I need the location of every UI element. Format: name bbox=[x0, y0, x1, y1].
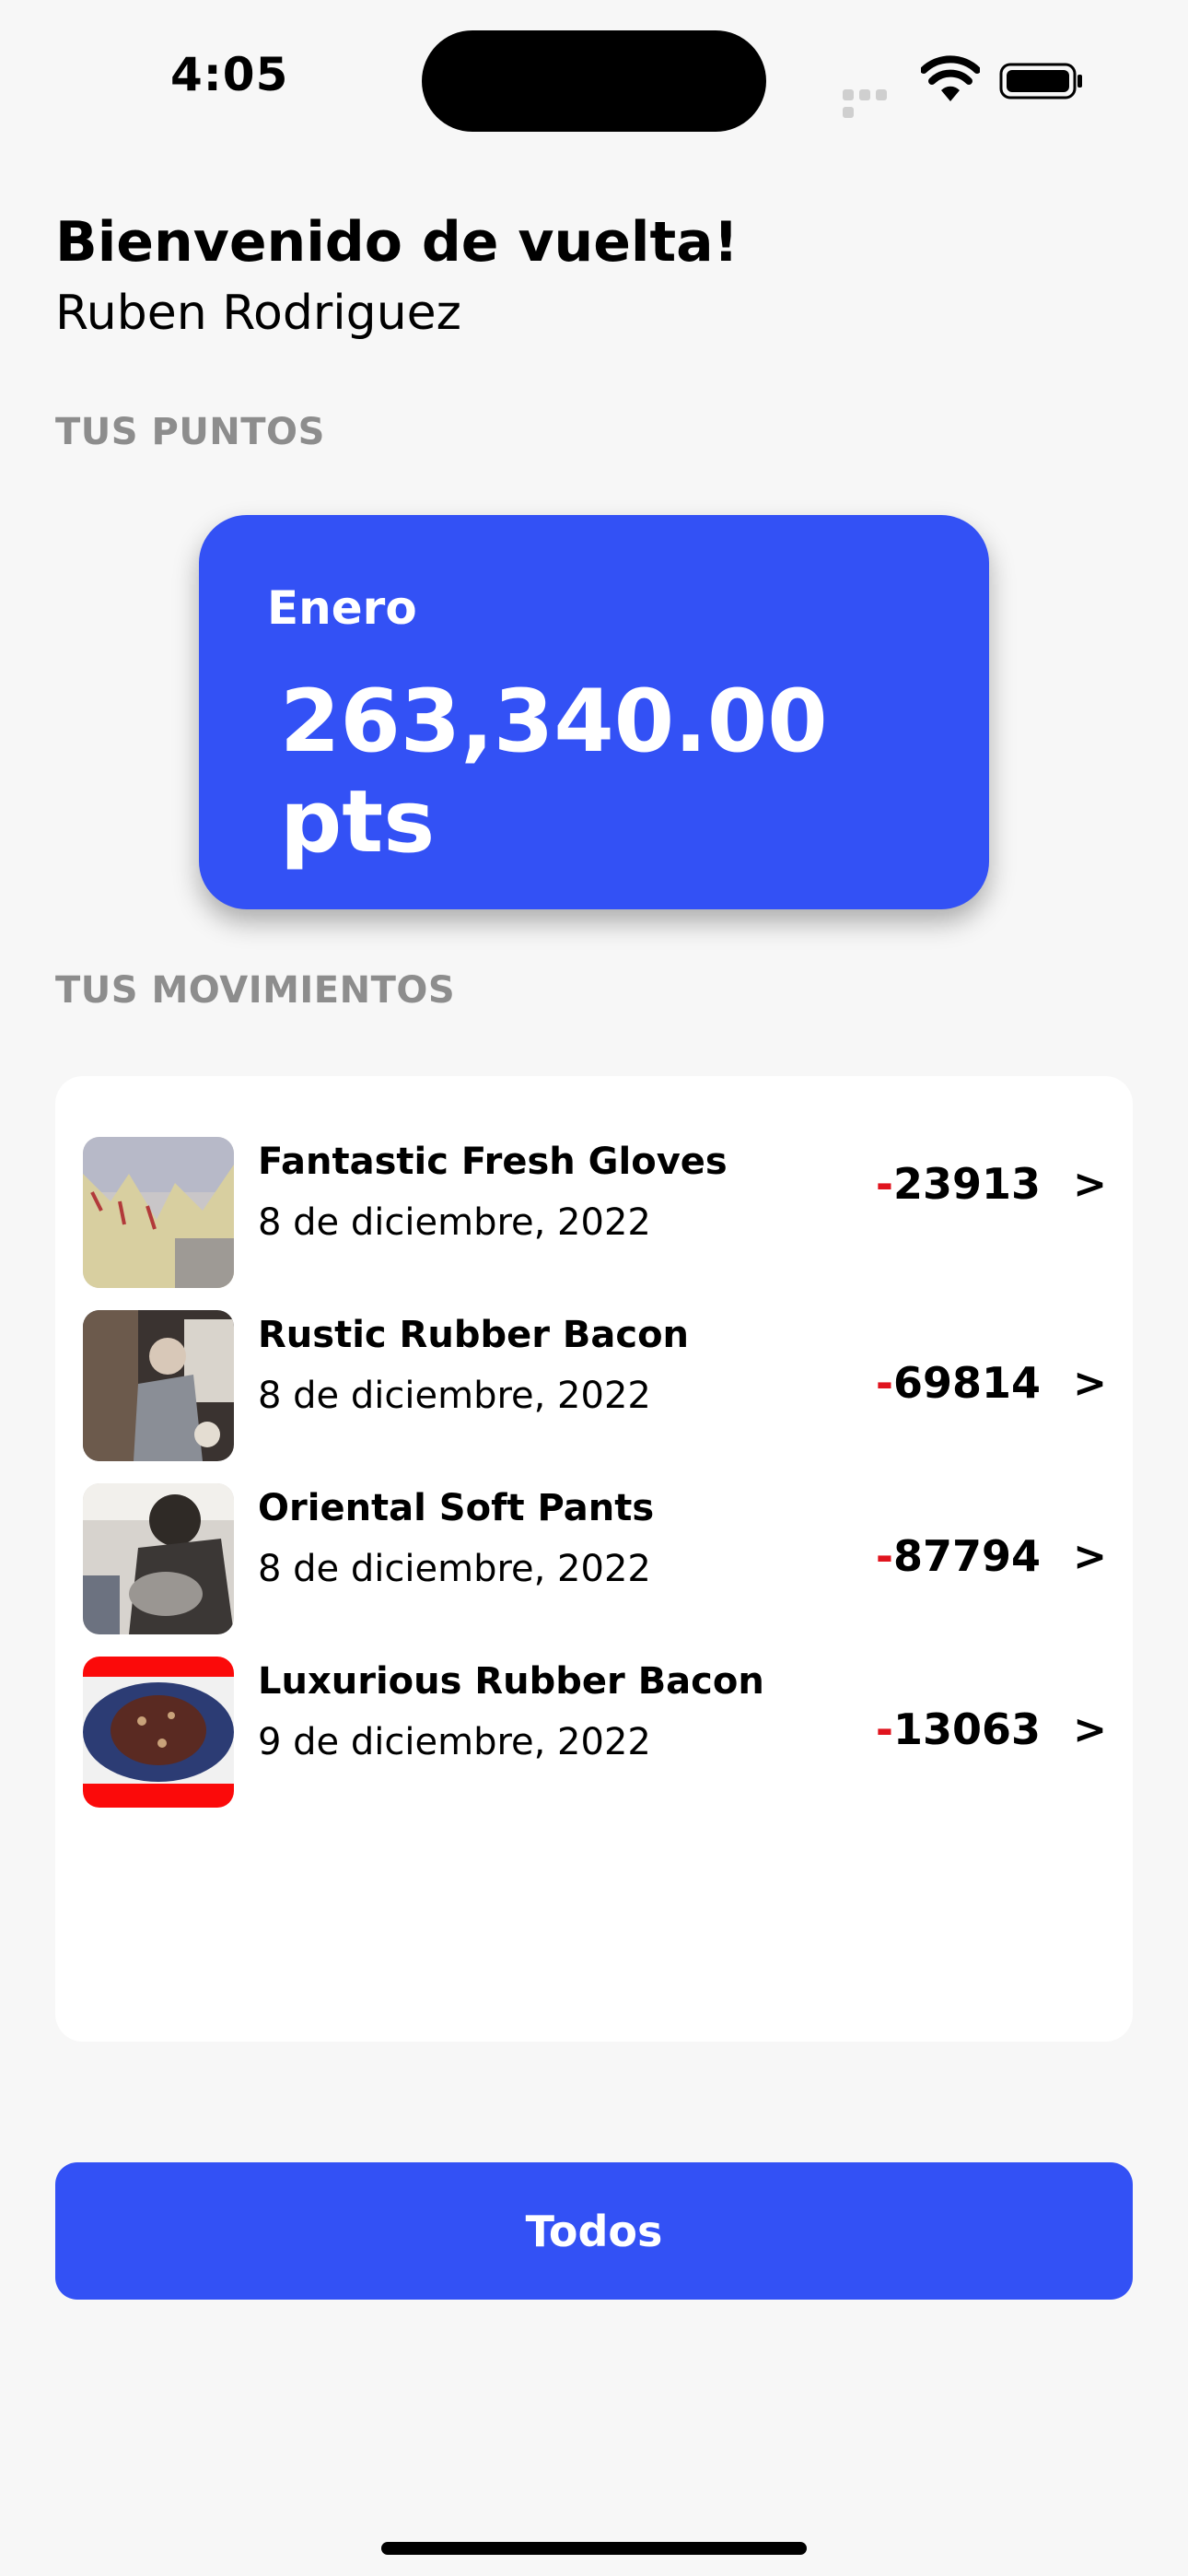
amount-value: 69814 bbox=[892, 1358, 1041, 1408]
amount-sign: - bbox=[875, 1531, 893, 1581]
movement-thumbnail bbox=[83, 1137, 234, 1288]
movement-date: 8 de diciembre, 2022 bbox=[258, 1548, 651, 1590]
movement-title: Fantastic Fresh Gloves bbox=[258, 1141, 728, 1183]
chevron-right-icon[interactable]: > bbox=[1073, 1161, 1107, 1208]
cellular-signal-icon bbox=[843, 87, 907, 118]
amount-value: 23913 bbox=[892, 1159, 1041, 1209]
movement-date: 8 de diciembre, 2022 bbox=[258, 1375, 651, 1417]
points-month: Enero bbox=[267, 581, 417, 635]
movement-amount: -13063 bbox=[876, 1704, 1041, 1754]
movement-amount: -87794 bbox=[876, 1531, 1041, 1581]
movement-row[interactable]: Oriental Soft Pants 8 de diciembre, 2022… bbox=[83, 1483, 1114, 1640]
movements-list: Fantastic Fresh Gloves 8 de diciembre, 2… bbox=[55, 1076, 1133, 2042]
user-name: Ruben Rodriguez bbox=[55, 286, 461, 341]
points-value: 263,340.00 pts bbox=[280, 672, 828, 872]
welcome-heading: Bienvenido de vuelta! bbox=[55, 210, 740, 275]
amount-sign: - bbox=[875, 1358, 893, 1408]
movement-amount: -23913 bbox=[876, 1159, 1041, 1209]
movement-thumbnail bbox=[83, 1310, 234, 1461]
wifi-icon bbox=[920, 55, 981, 103]
movements-section-label: TUS MOVIMIENTOS bbox=[55, 969, 456, 1012]
all-movements-button[interactable]: Todos bbox=[55, 2162, 1133, 2300]
amount-sign: - bbox=[875, 1159, 893, 1209]
points-section-label: TUS PUNTOS bbox=[55, 411, 325, 453]
movement-amount: -69814 bbox=[876, 1358, 1041, 1408]
amount-value: 13063 bbox=[892, 1704, 1041, 1754]
amount-sign: - bbox=[875, 1704, 893, 1754]
dynamic-island bbox=[422, 30, 766, 132]
movement-thumbnail bbox=[83, 1657, 234, 1808]
chevron-right-icon[interactable]: > bbox=[1073, 1533, 1107, 1580]
movement-title: Rustic Rubber Bacon bbox=[258, 1314, 690, 1356]
status-time: 4:05 bbox=[170, 48, 289, 101]
chevron-right-icon[interactable]: > bbox=[1073, 1706, 1107, 1753]
movement-title: Oriental Soft Pants bbox=[258, 1487, 655, 1529]
movement-row[interactable]: Luxurious Rubber Bacon 9 de diciembre, 2… bbox=[83, 1657, 1114, 1813]
movement-date: 9 de diciembre, 2022 bbox=[258, 1721, 651, 1763]
movement-row[interactable]: Rustic Rubber Bacon 8 de diciembre, 2022… bbox=[83, 1310, 1114, 1467]
movement-date: 8 de diciembre, 2022 bbox=[258, 1201, 651, 1244]
amount-value: 87794 bbox=[892, 1531, 1041, 1581]
movement-row[interactable]: Fantastic Fresh Gloves 8 de diciembre, 2… bbox=[83, 1137, 1114, 1294]
home-indicator[interactable] bbox=[381, 2542, 807, 2555]
battery-icon bbox=[999, 63, 1084, 100]
points-card[interactable]: Enero 263,340.00 pts bbox=[199, 515, 989, 909]
chevron-right-icon[interactable]: > bbox=[1073, 1360, 1107, 1407]
movement-title: Luxurious Rubber Bacon bbox=[258, 1660, 764, 1703]
movement-thumbnail bbox=[83, 1483, 234, 1634]
